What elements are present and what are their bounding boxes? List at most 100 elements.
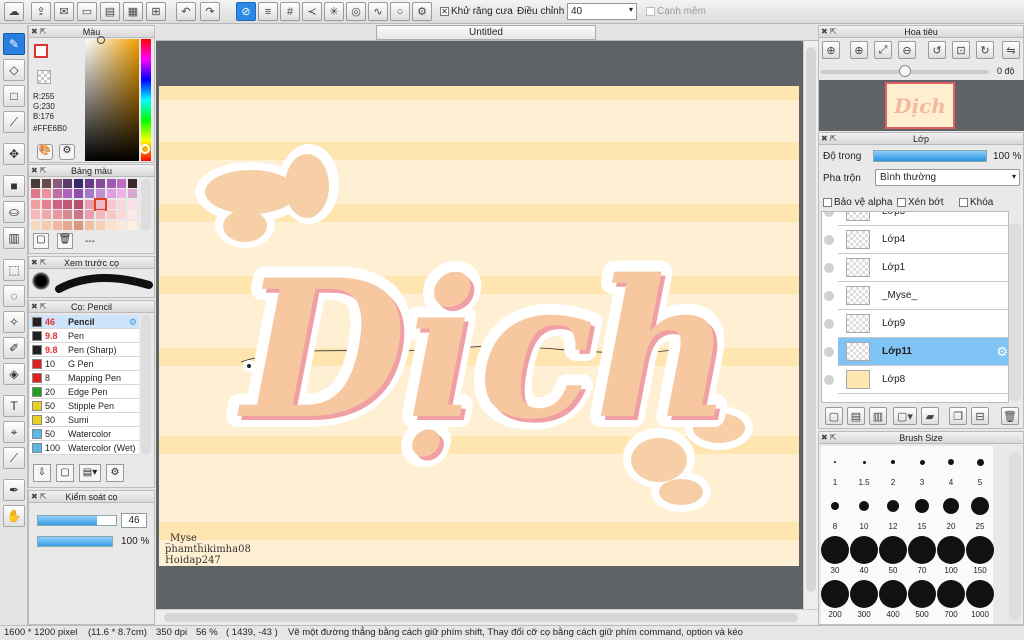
palette-swatch[interactable] (128, 220, 138, 230)
brush-size-value[interactable]: 46 (121, 513, 147, 528)
close-icon[interactable]: ✖ ⇱ (821, 26, 837, 38)
palette-swatch[interactable] (117, 189, 127, 199)
brush-size-option[interactable]: 20 (937, 490, 965, 533)
visibility-toggle-icon[interactable] (824, 347, 834, 357)
brush-size-option[interactable]: 8 (821, 490, 849, 533)
palette-swatch[interactable] (85, 199, 94, 209)
palette-swatch[interactable] (128, 210, 138, 220)
brush-size-option[interactable]: 400 (879, 578, 907, 621)
brush-settings-icon[interactable]: ⚙ (106, 464, 124, 482)
gear-icon[interactable]: ⚙ (996, 344, 1008, 360)
trash-icon[interactable]: 🗑 (57, 233, 73, 249)
gradient-tool-icon[interactable]: ▥ (3, 227, 25, 249)
palette-swatch[interactable] (128, 189, 138, 199)
brush-size-option[interactable]: 150 (966, 534, 994, 577)
fill-rect-tool-icon[interactable]: ■ (3, 175, 25, 197)
curve-icon[interactable]: ∿ (368, 2, 388, 21)
close-icon[interactable]: ✖ ⇱ (821, 133, 837, 145)
magic-wand-tool-icon[interactable]: ✧ (3, 311, 25, 333)
brush-item[interactable]: 100 Watercolor (Wet) (30, 441, 139, 455)
palette-swatch[interactable] (63, 199, 73, 209)
brush-size-option[interactable]: 500 (908, 578, 936, 621)
horizontal-scrollbar[interactable] (156, 609, 818, 624)
layer-row[interactable]: Lớp9 (838, 310, 1008, 338)
palette-settings-icon[interactable]: ⚙ (59, 144, 75, 160)
cloud-download-icon[interactable]: ⇩ (33, 464, 51, 482)
vertical-scroll-thumb[interactable] (806, 47, 816, 592)
palette-swatch[interactable] (74, 210, 84, 220)
close-icon[interactable]: ✖ ⇱ (31, 257, 47, 269)
radial-line-icon[interactable]: ≺ (302, 2, 322, 21)
palette-swatch[interactable] (95, 179, 105, 188)
brush-size-option[interactable]: 700 (937, 578, 965, 621)
hue-slider[interactable] (141, 39, 151, 161)
palette-swatch[interactable] (74, 199, 84, 209)
palette-swatch[interactable] (85, 220, 94, 230)
vertical-scrollbar[interactable] (803, 41, 818, 609)
gear-icon[interactable]: ⚙ (129, 315, 137, 329)
rotation-slider-thumb[interactable] (899, 65, 911, 77)
brush-item[interactable]: 50 Watercolor (30, 427, 139, 441)
palette-swatch[interactable] (117, 199, 127, 209)
brush-size-scrollbar[interactable] (1009, 452, 1021, 620)
hand-tool-icon[interactable]: ✋ (3, 505, 25, 527)
brush-size-option[interactable]: 12 (879, 490, 907, 533)
palette-swatch[interactable] (85, 179, 94, 188)
close-icon[interactable]: ✖ ⇱ (31, 26, 47, 38)
rectangle-tool-icon[interactable]: □ (3, 85, 25, 107)
palette-swatch[interactable] (95, 210, 105, 220)
snap-off-icon[interactable]: ⊘ (236, 2, 256, 21)
layer-opacity-slider[interactable] (873, 150, 987, 162)
blend-mode-select[interactable]: Bình thường ▾ (875, 169, 1020, 186)
palette-swatch[interactable] (74, 189, 84, 199)
brush-size-option[interactable]: 3 (908, 446, 936, 489)
undo-icon[interactable]: ↶ (176, 2, 196, 21)
palette-swatch[interactable] (31, 189, 40, 199)
palette-swatch[interactable] (128, 199, 138, 209)
zoom-in-icon[interactable]: ⊕ (822, 41, 840, 59)
palette-swatch[interactable] (128, 179, 138, 188)
brush-item[interactable]: 9.8 Pen (Sharp) (30, 343, 139, 357)
palette-swatch[interactable] (106, 199, 116, 209)
lasso-tool-icon[interactable]: ◌ (3, 285, 25, 307)
merge-layer-icon[interactable]: ⊟ (971, 407, 989, 425)
folder-icon[interactable]: ▰ (921, 407, 939, 425)
brush-item[interactable]: 9.8 Pen (30, 329, 139, 343)
chat-icon[interactable]: ✉ (54, 2, 74, 21)
palette-swatch[interactable] (52, 210, 62, 220)
page-icon[interactable]: ▤ (100, 2, 120, 21)
palette-swatch[interactable] (52, 220, 62, 230)
palette-swatch[interactable] (63, 220, 73, 230)
ellipse-icon[interactable]: ○ (390, 2, 410, 21)
brush-opacity-slider[interactable] (37, 536, 113, 547)
bucket-tool-icon[interactable]: ⛀ (3, 201, 25, 223)
close-icon[interactable]: ✖ ⇱ (31, 165, 47, 177)
palette-swatch[interactable] (74, 220, 84, 230)
eyedropper-tool-icon[interactable]: ✒ (3, 479, 25, 501)
visibility-toggle-icon[interactable] (824, 235, 834, 245)
move-tool-icon[interactable]: ✥ (3, 143, 25, 165)
divide-tool-icon[interactable]: ⟋ (3, 447, 25, 469)
line-tool-icon[interactable]: ⟋ (3, 111, 25, 133)
palette-swatch[interactable] (41, 189, 51, 199)
document-icon[interactable]: ▦ (123, 2, 143, 21)
palette-swatch[interactable] (52, 179, 62, 188)
eraser-tool-icon[interactable]: ◇ (3, 59, 25, 81)
brush-item[interactable]: 20 Edge Pen (30, 385, 139, 399)
rotate-left-icon[interactable]: ↺ (928, 41, 946, 59)
brush-size-option[interactable]: 100 (937, 534, 965, 577)
palette-swatch[interactable] (85, 210, 94, 220)
reset-rotation-icon[interactable]: ⊡ (952, 41, 970, 59)
antialias-checkbox[interactable]: ✕ Khử răng cưa (440, 6, 513, 17)
transparent-color-swatch[interactable] (37, 70, 51, 84)
brush-size-option[interactable]: 25 (966, 490, 994, 533)
brush-size-option[interactable]: 200 (821, 578, 849, 621)
palette-swatch[interactable] (41, 220, 51, 230)
brush-size-option[interactable]: 50 (879, 534, 907, 577)
layer-row[interactable]: Lớp8 (838, 366, 1008, 394)
navigator-preview[interactable]: Dịch (819, 80, 1024, 131)
radial-snap-icon[interactable]: ✳ (324, 2, 344, 21)
palette-swatch[interactable] (85, 189, 94, 199)
palette-swatch[interactable] (41, 199, 51, 209)
zoom-out-icon[interactable]: ⊖ (898, 41, 916, 59)
